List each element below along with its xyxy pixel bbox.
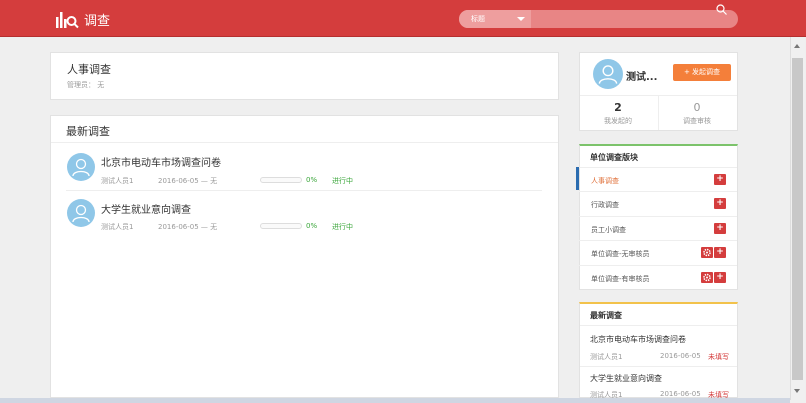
stat-initiated-count[interactable]: 2 — [578, 101, 658, 114]
category-label: 行政调查 — [591, 201, 619, 209]
window-bottom-edge — [0, 398, 790, 403]
latest-state: 未填写 — [708, 353, 729, 361]
latest-date: 2016-06-05 — [660, 352, 701, 360]
category-item-unit-with-reviewer[interactable]: 单位调查-有审核员 + — [579, 265, 737, 289]
category-label: 人事调查 — [591, 177, 619, 185]
divider — [580, 366, 737, 367]
user-avatar-icon — [67, 153, 95, 181]
survey-date: 2016-06-05 — 无 — [158, 177, 218, 185]
scroll-down-icon[interactable] — [794, 389, 800, 393]
survey-progress-bar — [260, 177, 302, 183]
app-title: 调查 — [84, 14, 111, 29]
user-avatar-icon[interactable] — [593, 59, 623, 89]
category-item-unit-no-reviewer[interactable]: 单位调查-无审核员 + — [579, 240, 737, 264]
start-survey-label: 发起调查 — [692, 68, 721, 76]
search-input[interactable] — [531, 10, 711, 28]
scrollbar-thumb[interactable] — [792, 58, 803, 380]
plus-icon[interactable]: + — [714, 247, 726, 258]
category-item-hr[interactable]: 人事调查 + — [579, 167, 737, 191]
gear-icon[interactable] — [701, 272, 713, 283]
plus-icon[interactable]: + — [714, 272, 726, 283]
category-panel-title: 单位调查版块 — [590, 153, 638, 162]
start-survey-button[interactable]: + 发起调查 — [673, 64, 731, 81]
org-admin: 管理员： 无 — [67, 81, 105, 89]
top-header: 调查 标题 — [0, 0, 806, 37]
org-title: 人事调查 — [67, 63, 111, 76]
survey-date: 2016-06-05 — 无 — [158, 223, 218, 231]
stat-review-label: 调查审核 — [683, 117, 711, 125]
plus-icon[interactable]: + — [714, 198, 726, 209]
chevron-down-icon — [517, 17, 525, 21]
category-item-staff[interactable]: 员工小调查 + — [579, 216, 737, 240]
divider — [580, 325, 737, 326]
plus-icon[interactable]: + — [714, 223, 726, 234]
gear-icon[interactable] — [701, 247, 713, 258]
survey-author: 测试人员1 — [101, 223, 134, 231]
survey-title-link[interactable]: 大学生就业意向调查 — [101, 201, 191, 216]
plus-icon[interactable]: + — [714, 174, 726, 185]
latest-survey-link[interactable]: 大学生就业意向调查 — [590, 373, 662, 384]
divider — [51, 142, 558, 143]
latest-author: 测试人员1 — [590, 353, 623, 361]
chart-search-logo-icon[interactable] — [55, 9, 79, 29]
plus-icon: + — [683, 68, 693, 76]
user-name: 测试... — [626, 72, 658, 83]
survey-progress-bar — [260, 223, 302, 229]
survey-progress-percent: 0% — [306, 176, 318, 184]
latest-survey-link[interactable]: 北京市电动车市场调查问卷 — [590, 334, 686, 345]
survey-status: 进行中 — [332, 223, 353, 231]
latest-panel-title: 最新调查 — [590, 311, 622, 320]
survey-status: 进行中 — [332, 177, 353, 185]
survey-progress-percent: 0% — [306, 222, 318, 230]
org-info-panel — [50, 52, 559, 100]
divider — [66, 190, 542, 191]
category-label: 单位调查-无审核员 — [591, 250, 650, 258]
search-type-select[interactable]: 标题 — [459, 10, 531, 28]
stat-review-count[interactable]: 0 — [657, 101, 737, 114]
search-type-value: 标题 — [471, 15, 485, 23]
user-avatar-icon — [67, 199, 95, 227]
survey-title-link[interactable]: 北京市电动车市场调查问卷 — [101, 154, 221, 169]
recent-surveys-title: 最新调查 — [66, 125, 110, 138]
search-icon[interactable] — [716, 4, 727, 15]
scroll-up-icon[interactable] — [794, 44, 800, 48]
latest-date: 2016-06-05 — [660, 390, 701, 398]
category-label: 单位调查-有审核员 — [591, 275, 650, 283]
stat-initiated-label: 我发起的 — [604, 117, 632, 125]
category-item-admin[interactable]: 行政调查 + — [579, 191, 737, 215]
search-bar: 标题 — [459, 10, 738, 28]
category-label: 员工小调查 — [591, 226, 626, 234]
survey-author: 测试人员1 — [101, 177, 134, 185]
